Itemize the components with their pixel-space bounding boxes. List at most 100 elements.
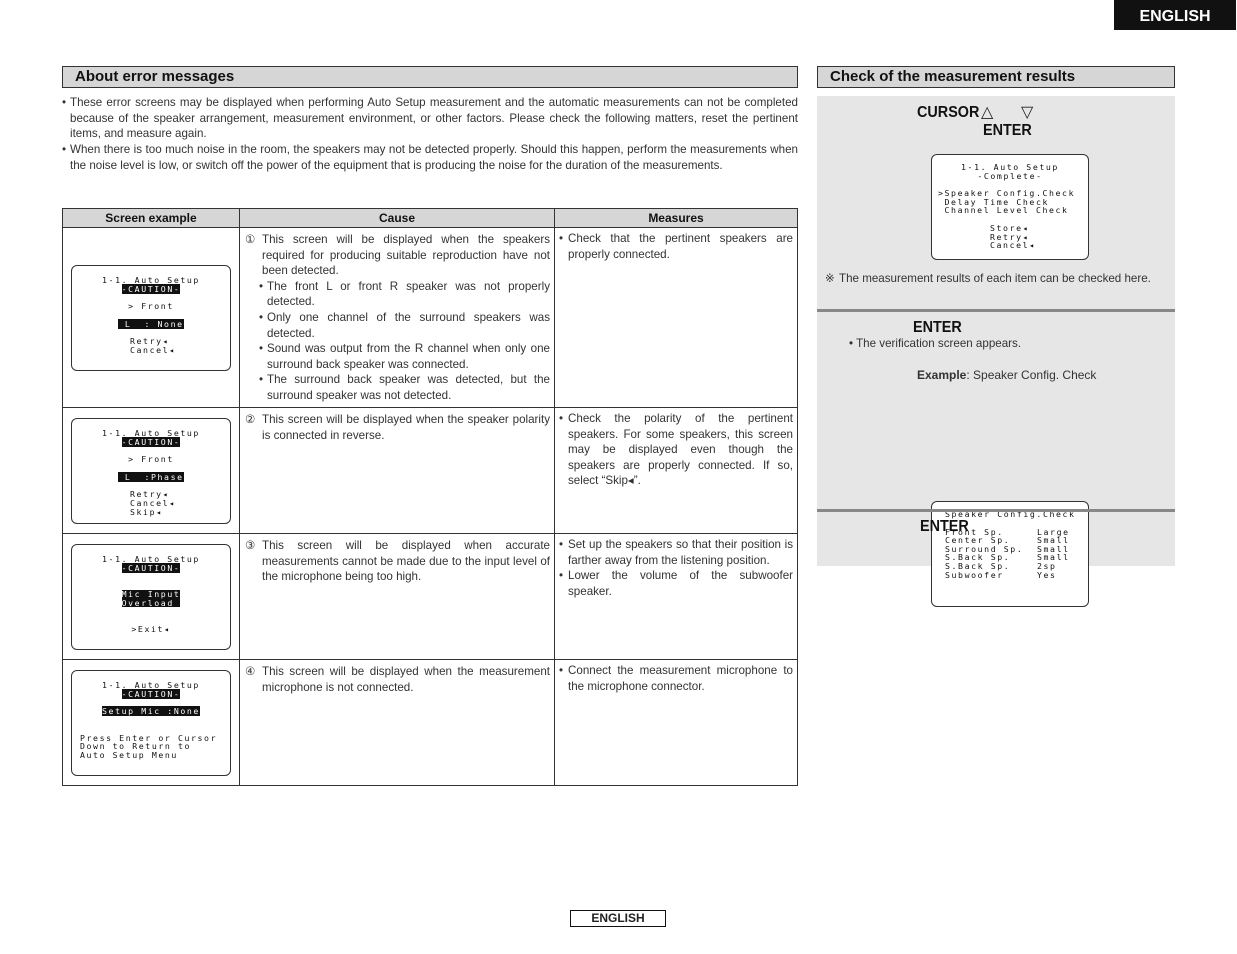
bullet-dot: • (559, 538, 564, 551)
cause-cell: ④ This screen will be displayed when the … (239, 659, 555, 786)
osd-line: > Front (128, 454, 174, 465)
osd-exit-option: >Exit◂ (131, 624, 171, 635)
osd-subtitle: -Complete- (977, 170, 1043, 181)
osd-highlight: L : None (118, 318, 184, 329)
bullet-dot: • (259, 279, 264, 293)
intro-bullet: • When there is too much noise in the roo… (62, 142, 798, 173)
intro-text: • These error screens may be displayed wh… (62, 95, 798, 174)
screen-example-cell: 1-1. Auto Setup -CAUTION- > Front L : No… (62, 227, 240, 408)
bullet-dot: • (559, 412, 564, 425)
osd-complete-screen: 1-1. Auto Setup -Complete- >Speaker Conf… (931, 154, 1089, 260)
measures-cell: • Connect the measurement microphone to t… (554, 659, 798, 786)
osd-menu-item: Channel Level Check (938, 205, 1069, 216)
intro-bullet-text: These error screens may be displayed whe… (70, 96, 798, 141)
intro-bullet-text: When there is too much noise in the room… (70, 143, 798, 172)
cursor-up-icon: △ (981, 104, 994, 121)
osd-option: Cancel◂ (130, 344, 176, 355)
osd-screen: 1-1. Auto Setup -CAUTION- > Front L : No… (71, 265, 231, 371)
error-table: Screen example Cause Measures 1-1. Auto … (62, 208, 798, 786)
measure-item: Connect the measurement microphone to th… (568, 664, 793, 693)
cause-number: ① (245, 233, 256, 246)
cause-number: ② (245, 413, 256, 426)
note-text: ※ The measurement results of each item c… (825, 271, 1171, 287)
osd-option: Cancel◂ (990, 240, 1036, 251)
screen-example-cell: 1-1. Auto Setup -CAUTION- Mic Input Over… (62, 533, 240, 660)
cursor-key-label: CURSOR (917, 104, 980, 121)
step-bullet: • The verification screen appears. (849, 337, 1021, 350)
table-row: 1-1. Auto Setup -CAUTION- Mic Input Over… (62, 533, 798, 660)
cause-sub-item: Sound was output from the R channel when… (267, 342, 550, 371)
note-mark-icon: ※ (825, 272, 835, 285)
osd-option: Skip◂ (130, 506, 163, 517)
procedure-panel: CURSOR △ ▽ ENTER 1-1. Auto Setup -Comple… (817, 96, 1175, 607)
bullet-dot: • (62, 143, 67, 157)
measure-item: Lower the volume of the subwoofer speake… (568, 569, 793, 598)
step-bullet-text: The verification screen appears. (856, 337, 1022, 350)
cause-number: ③ (245, 539, 256, 552)
bullet-dot: • (259, 310, 264, 324)
intro-bullet: • These error screens may be displayed wh… (62, 95, 798, 142)
section-title-measurement-results: Check of the measurement results (817, 66, 1175, 88)
bullet-dot: • (559, 664, 564, 677)
cause-text: This screen will be displayed when the m… (262, 665, 550, 694)
table-header-row: Screen example Cause Measures (62, 208, 798, 228)
measure-item: Set up the speakers so that their positi… (568, 538, 793, 567)
cause-sub-item: The surround back speaker was detected, … (267, 373, 550, 402)
bullet-dot: • (559, 232, 564, 245)
osd-highlight: Overload (121, 597, 181, 608)
measures-cell: • Check the polarity of the pertinent spe… (554, 407, 798, 534)
speaker-value: Yes (1037, 569, 1057, 580)
osd-caution: -CAUTION- (121, 562, 181, 573)
measures-cell: • Set up the speakers so that their posit… (554, 533, 798, 660)
bullet-dot: • (259, 342, 264, 356)
measures-cell: • Check that the pertinent speakers are p… (554, 227, 798, 408)
osd-line: > Front (128, 301, 174, 312)
measure-item: Check the polarity of the pertinent spea… (568, 412, 793, 488)
osd-screen: 1-1. Auto Setup -CAUTION- Setup Mic :Non… (71, 670, 231, 776)
enter-key-label: ENTER (920, 518, 969, 535)
cause-text: This screen will be displayed when the s… (262, 413, 550, 442)
header-cause: Cause (239, 208, 555, 228)
bullet-dot: • (62, 96, 67, 109)
table-row: 1-1. Auto Setup -CAUTION- Setup Mic :Non… (62, 659, 798, 786)
section-title-error-messages: About error messages (62, 66, 798, 88)
osd-caution: -CAUTION- (121, 436, 181, 447)
cause-sub-item: Only one channel of the surround speaker… (267, 310, 550, 340)
osd-message-line: Auto Setup Menu (80, 749, 178, 760)
osd-highlight: L :Phase (118, 471, 184, 482)
example-label: Example (917, 368, 967, 382)
bullet-dot: • (849, 337, 854, 350)
osd-highlight: Setup Mic :None (102, 706, 200, 717)
measure-item: Check that the pertinent speakers are pr… (568, 232, 793, 261)
screen-example-cell: 1-1. Auto Setup -CAUTION- > Front L :Pha… (62, 407, 240, 534)
cause-text: This screen will be displayed when accur… (262, 539, 550, 584)
example-caption: Example: Speaker Config. Check (917, 368, 1096, 382)
bullet-dot: • (259, 373, 264, 387)
osd-caution: -CAUTION- (121, 688, 181, 699)
osd-caution: -CAUTION- (121, 283, 181, 294)
bullet-dot: • (559, 569, 564, 583)
footer-language-label: ENGLISH (570, 910, 666, 927)
speaker-config-row: Subwoofer Yes (945, 569, 1088, 580)
example-text: : Speaker Config. Check (966, 368, 1097, 382)
cause-number: ④ (245, 665, 256, 678)
header-measures: Measures (554, 208, 798, 228)
header-screen-example: Screen example (62, 208, 240, 228)
cause-cell: ③ This screen will be displayed when accu… (239, 533, 555, 660)
cursor-down-icon: ▽ (1021, 104, 1034, 121)
table-row: 1-1. Auto Setup -CAUTION- > Front L : No… (62, 227, 798, 408)
osd-screen: 1-1. Auto Setup -CAUTION- Mic Input Over… (71, 544, 231, 650)
cause-cell: ② This screen will be displayed when the … (239, 407, 555, 534)
cause-cell: ① This screen will be displayed when the … (239, 227, 555, 408)
enter-key-label: ENTER (913, 319, 962, 336)
language-tab: ENGLISH (1114, 0, 1236, 30)
step-divider (817, 509, 1175, 512)
enter-key-label: ENTER (983, 122, 1032, 139)
osd-screen: 1-1. Auto Setup -CAUTION- > Front L :Pha… (71, 418, 231, 524)
table-row: 1-1. Auto Setup -CAUTION- > Front L :Pha… (62, 407, 798, 534)
speaker-name: Subwoofer (945, 569, 1004, 580)
screen-example-cell: 1-1. Auto Setup -CAUTION- Setup Mic :Non… (62, 659, 240, 786)
cause-text: This screen will be displayed when the s… (262, 233, 550, 278)
note-body: The measurement results of each item can… (839, 272, 1151, 285)
cause-sub-item: The front L or front R speaker was not p… (267, 279, 550, 309)
